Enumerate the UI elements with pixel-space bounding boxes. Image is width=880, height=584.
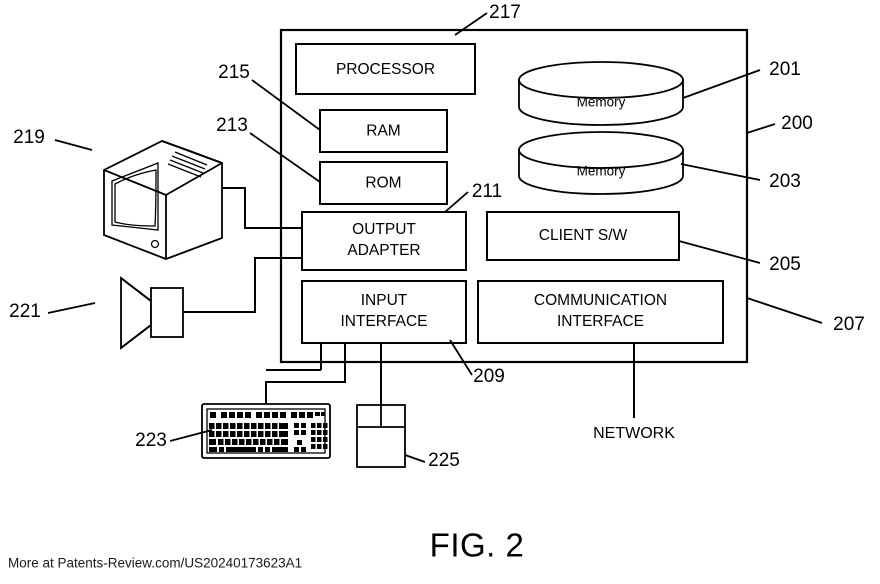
- mouse-graphic: [356, 404, 406, 468]
- ram-label: RAM: [366, 123, 400, 140]
- processor-label: PROCESSOR: [336, 61, 435, 78]
- client-software-label: CLIENT S/W: [539, 227, 628, 244]
- figure-caption: FIG. 2: [430, 527, 525, 564]
- figure-2-block-diagram: PROCESSOR RAM ROM OUTPUT ADAPTER INPUT I…: [8, 2, 865, 571]
- network-label: NETWORK: [593, 425, 675, 442]
- patent-figure-container: PROCESSOR RAM ROM OUTPUT ADAPTER INPUT I…: [0, 0, 880, 584]
- input-interface-label-line1: INPUT: [361, 292, 408, 309]
- output-adapter-label-line1: OUTPUT: [352, 221, 416, 238]
- ref-number-200: 200: [781, 113, 813, 134]
- ref-number-215: 215: [218, 62, 250, 83]
- memory-cylinder-bottom: Memory: [518, 131, 684, 195]
- communication-interface-label-line2: INTERFACE: [557, 313, 644, 330]
- ref-number-213: 213: [216, 115, 248, 136]
- rom-label: ROM: [365, 175, 401, 192]
- ref-number-203: 203: [769, 171, 801, 192]
- footer-attribution: More at Patents-Review.com/US20240173623…: [8, 556, 302, 571]
- keyboard-graphic: [201, 403, 331, 459]
- memory-cylinder-top: Memory: [518, 61, 684, 126]
- input-interface-label-line2: INTERFACE: [341, 313, 428, 330]
- communication-interface-block: [477, 280, 724, 344]
- monitor-graphic: [103, 140, 223, 260]
- ref-number-209: 209: [473, 366, 505, 387]
- speaker-graphic: [120, 276, 184, 350]
- memory-top-label: Memory: [577, 95, 626, 110]
- leader-221: [47, 302, 96, 314]
- ref-number-201: 201: [769, 59, 801, 80]
- communication-interface-label-line1: COMMUNICATION: [534, 292, 667, 309]
- leader-207: [746, 297, 823, 324]
- ref-number-217: 217: [489, 2, 521, 23]
- leader-219: [54, 139, 93, 151]
- ref-number-207: 207: [833, 314, 865, 335]
- input-interface-block: [301, 280, 467, 344]
- leader-200: [746, 123, 776, 134]
- ref-number-219: 219: [13, 127, 45, 148]
- ref-number-223: 223: [135, 430, 167, 451]
- ref-number-211: 211: [472, 181, 502, 202]
- ref-number-221: 221: [9, 301, 41, 322]
- output-adapter-label-line2: ADAPTER: [347, 242, 420, 259]
- ref-number-225: 225: [428, 450, 460, 471]
- memory-bottom-label: Memory: [577, 164, 626, 179]
- ref-number-205: 205: [769, 254, 801, 275]
- leader-225: [404, 454, 426, 463]
